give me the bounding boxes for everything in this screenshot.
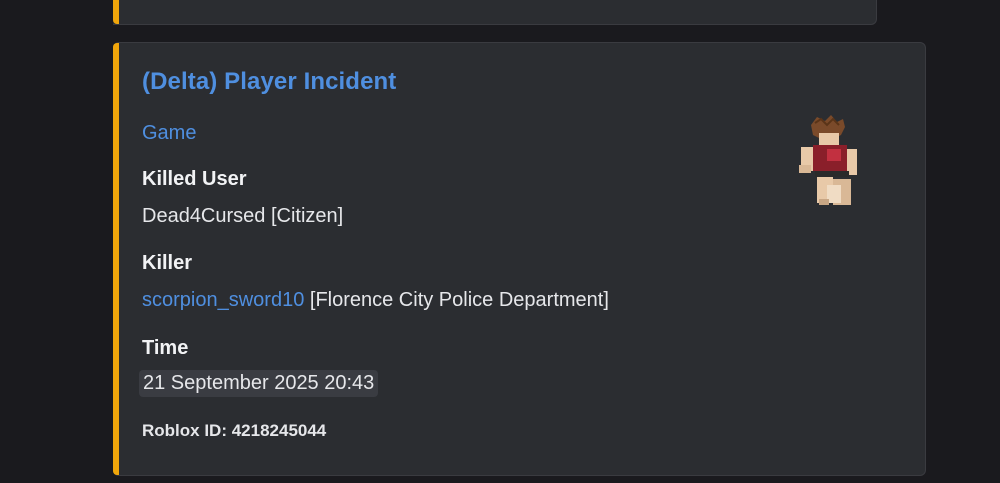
field-value-time: 21 September 2025 20:43 bbox=[139, 370, 379, 397]
embed-title[interactable]: (Delta) Player Incident bbox=[142, 68, 396, 96]
field-name-killed-user: Killed User bbox=[142, 168, 247, 190]
roblox-avatar-thumbnail-icon[interactable] bbox=[797, 113, 867, 213]
killer-department-text: [Florence City Police Department] bbox=[304, 289, 609, 311]
field-value-killer: scorpion_sword10 [Florence City Police D… bbox=[142, 289, 609, 312]
field-value-killed-user: Dead4Cursed [Citizen] bbox=[142, 205, 344, 227]
previous-embed bbox=[113, 0, 877, 25]
embed-author-link[interactable]: Game bbox=[142, 122, 196, 145]
embed-footer: Roblox ID: 4218245044 bbox=[142, 421, 327, 440]
incident-embed: (Delta) Player Incident Game Killed User… bbox=[113, 42, 926, 476]
field-name-time: Time bbox=[142, 337, 189, 359]
previous-embed-accent-bar bbox=[113, 0, 119, 24]
field-name-killer: Killer bbox=[142, 252, 193, 274]
embed-accent-bar bbox=[113, 43, 119, 475]
timestamp-badge[interactable]: 21 September 2025 20:43 bbox=[139, 370, 379, 397]
killer-user-link[interactable]: scorpion_sword10 bbox=[142, 289, 304, 311]
